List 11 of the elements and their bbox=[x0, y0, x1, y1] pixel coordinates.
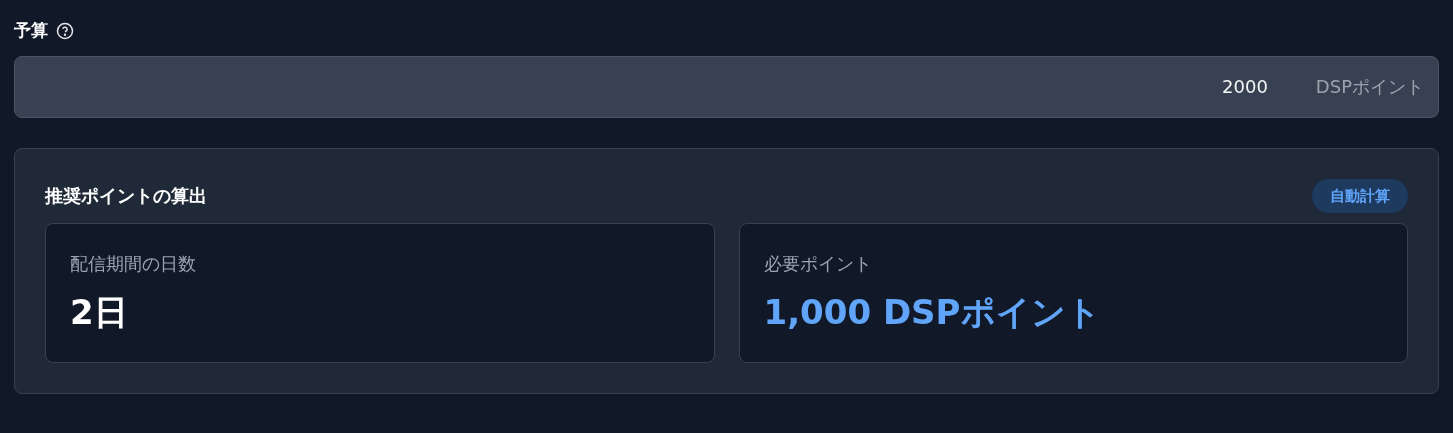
budget-input[interactable]: 2000 DSPポイント bbox=[14, 55, 1439, 118]
stat-value: 2日 bbox=[70, 291, 129, 334]
stat-label: 配信期間の日数 bbox=[70, 252, 197, 276]
budget-value[interactable]: 2000 bbox=[1067, 73, 1268, 100]
card-title: 推奨ポイントの算出 bbox=[45, 184, 207, 209]
unit-label: DSPポイント bbox=[1315, 75, 1424, 99]
auto-badge: 自動計算 bbox=[1312, 178, 1408, 213]
stat-label: 必要ポイント bbox=[763, 252, 873, 276]
help-icon[interactable] bbox=[56, 21, 74, 40]
stat-value: 1,000 DSPポイント bbox=[763, 291, 1102, 334]
field-label: 予算 bbox=[14, 19, 48, 42]
